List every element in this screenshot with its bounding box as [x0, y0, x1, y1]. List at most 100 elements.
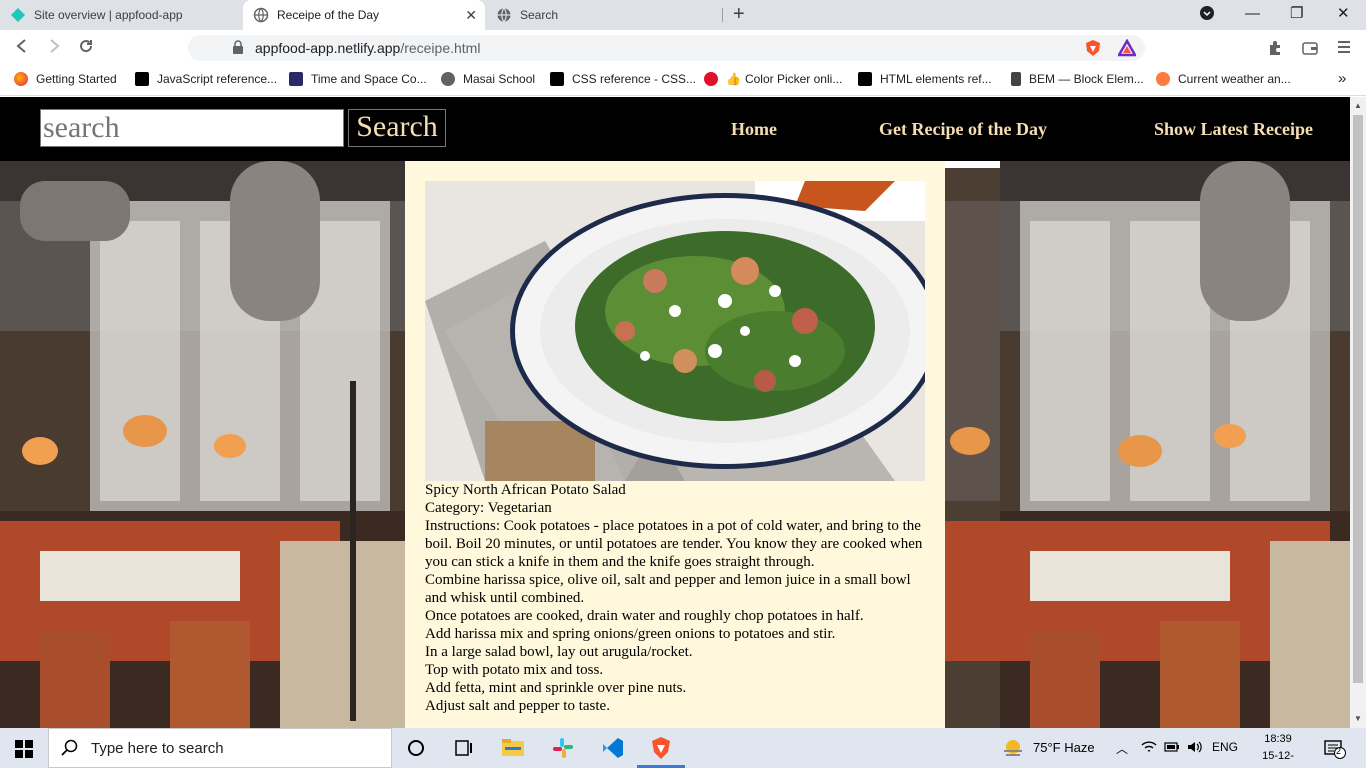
weather-icon [1156, 72, 1170, 86]
url-path: /receipe.html [400, 40, 481, 56]
weather-haze-icon[interactable] [1002, 737, 1026, 761]
search-input[interactable] [40, 109, 344, 147]
recipe-instruction-line: Instructions: Cook potatoes - place pota… [425, 518, 923, 570]
recipe-instruction-line: Once potatoes are cooked, drain water an… [425, 608, 864, 624]
language-indicator[interactable]: ENG [1212, 740, 1238, 754]
scrollbar-thumb[interactable] [1353, 115, 1363, 683]
tab-label: Site overview | appfood-app [34, 8, 183, 22]
url-host: appfood-app.netlify.app [255, 40, 401, 56]
thumbs-up-icon: 👍 [726, 72, 741, 86]
search-button[interactable]: Search [348, 109, 446, 147]
bookmark-item[interactable]: BEM — Block Elem... [1011, 72, 1144, 86]
taskbar-search-placeholder: Type here to search [91, 739, 224, 757]
recipe-image [425, 181, 925, 481]
site-navbar: Search Home Get Recipe of the Day Show L… [0, 97, 1350, 161]
color-picker-icon [704, 72, 718, 86]
scroll-down-arrow-icon[interactable]: ▼ [1354, 714, 1362, 723]
page-viewport: Search Home Get Recipe of the Day Show L… [0, 97, 1350, 728]
menu-icon[interactable] [1337, 39, 1351, 60]
recipe-details: Spicy North African Potato Salad Categor… [425, 481, 925, 715]
tab-label: Search [520, 8, 559, 22]
hackerearth-icon [289, 72, 303, 86]
notification-count: 2 [1336, 746, 1342, 756]
page-scrollbar[interactable]: ▲ ▼ [1350, 97, 1366, 728]
slack-icon[interactable] [551, 736, 575, 760]
cortana-icon[interactable] [404, 736, 428, 760]
vscode-icon[interactable] [601, 736, 625, 760]
globe-icon [441, 72, 455, 86]
background-image-left [0, 161, 405, 728]
bookmark-item[interactable]: Getting Started [14, 72, 117, 86]
wallet-icon[interactable] [1302, 40, 1318, 61]
divider [945, 161, 1000, 168]
notifications-icon[interactable] [1324, 739, 1346, 764]
nav-latest-receipe-link[interactable]: Show Latest Receipe [1154, 119, 1313, 140]
bookmark-item[interactable]: Time and Space Co... [289, 72, 427, 86]
recipe-instruction-line: Add fetta, mint and sprinkle over pine n… [425, 680, 687, 696]
tab-strip: Site overview | appfood-app Receipe of t… [0, 0, 1366, 30]
tab-receipe-of-the-day[interactable]: Receipe of the Day ✕ [243, 0, 485, 30]
tab-search[interactable]: Search [486, 0, 722, 30]
volume-icon[interactable] [1187, 740, 1203, 757]
taskbar: Type here to search 75°F Haze ︿ ENG 18:3… [0, 728, 1366, 768]
more-bookmarks-button[interactable]: » [1338, 70, 1346, 87]
network-icon[interactable] [1141, 740, 1157, 757]
mdn-icon [858, 72, 872, 86]
bookmark-item[interactable]: Masai School [441, 72, 535, 86]
recipe-instruction-line: Combine harissa spice, olive oil, salt a… [425, 572, 911, 606]
tab-label: Receipe of the Day [277, 8, 380, 22]
close-window-icon[interactable]: ✕ [1337, 5, 1350, 23]
recipe-instruction-line: Adjust salt and pepper to taste. [425, 698, 610, 714]
nav-home-link[interactable]: Home [731, 119, 777, 140]
windows-start-icon[interactable] [15, 740, 33, 763]
background-image-middle [945, 161, 1000, 728]
clock-time: 18:39 [1264, 733, 1292, 745]
clock[interactable]: 18:39 15-12-2021 [1250, 731, 1306, 768]
globe-icon [253, 7, 269, 23]
nav-recipe-of-the-day-link[interactable]: Get Recipe of the Day [879, 119, 1047, 140]
bookmark-item[interactable]: CSS reference - CSS... [550, 72, 696, 86]
bookmark-item[interactable]: JavaScript reference... [135, 72, 277, 86]
bookmark-item[interactable]: 👍 Color Picker onli... [704, 72, 842, 86]
firefox-icon [14, 72, 28, 86]
extensions-icon[interactable] [1267, 40, 1283, 61]
minimize-icon[interactable]: — [1245, 5, 1260, 23]
back-icon[interactable] [14, 38, 30, 59]
lock-icon [232, 40, 244, 59]
bookmark-item[interactable]: Current weather an... [1156, 72, 1291, 86]
brave-rewards-icon[interactable] [1116, 38, 1138, 62]
recipe-instruction-line: In a large salad bowl, lay out arugula/r… [425, 644, 693, 660]
tab-search-dropdown-icon[interactable] [1199, 5, 1215, 26]
netlify-icon [11, 8, 25, 22]
maximize-icon[interactable]: ❐ [1290, 5, 1303, 23]
recipe-card: Spicy North African Potato Salad Categor… [405, 161, 945, 728]
url-text[interactable]: appfood-app.netlify.app/receipe.html [255, 40, 480, 56]
scroll-up-arrow-icon[interactable]: ▲ [1354, 101, 1362, 110]
clock-date: 15-12-2021 [1262, 750, 1294, 768]
tab-divider [722, 8, 723, 22]
show-hidden-icons-icon[interactable]: ︿ [1116, 740, 1128, 757]
taskbar-search-box[interactable]: Type here to search [48, 728, 392, 768]
mdn-icon [135, 72, 149, 86]
recipe-title: Spicy North African Potato Salad [425, 482, 626, 498]
brave-browser-icon[interactable] [649, 736, 673, 760]
globe-icon [497, 8, 511, 22]
bookmark-item[interactable]: HTML elements ref... [858, 72, 992, 86]
task-view-icon[interactable] [452, 736, 476, 760]
tab-site-overview[interactable]: Site overview | appfood-app [0, 0, 242, 30]
search-icon [61, 739, 78, 756]
battery-icon[interactable] [1164, 740, 1180, 757]
reload-icon[interactable] [78, 38, 94, 59]
weather-text[interactable]: 75°F Haze [1033, 740, 1095, 755]
recipe-instruction-line: Top with potato mix and toss. [425, 662, 604, 678]
brave-shield-icon[interactable] [1084, 39, 1102, 62]
forward-icon[interactable] [46, 38, 62, 59]
close-tab-icon[interactable]: ✕ [465, 7, 477, 23]
mdn-icon [550, 72, 564, 86]
new-tab-button[interactable]: + [733, 4, 745, 24]
file-explorer-icon[interactable] [501, 736, 525, 760]
document-icon [1011, 72, 1021, 86]
recipe-category: Category: Vegetarian [425, 500, 552, 516]
background-image-right [1000, 161, 1350, 728]
recipe-instruction-line: Add harissa mix and spring onions/green … [425, 626, 836, 642]
